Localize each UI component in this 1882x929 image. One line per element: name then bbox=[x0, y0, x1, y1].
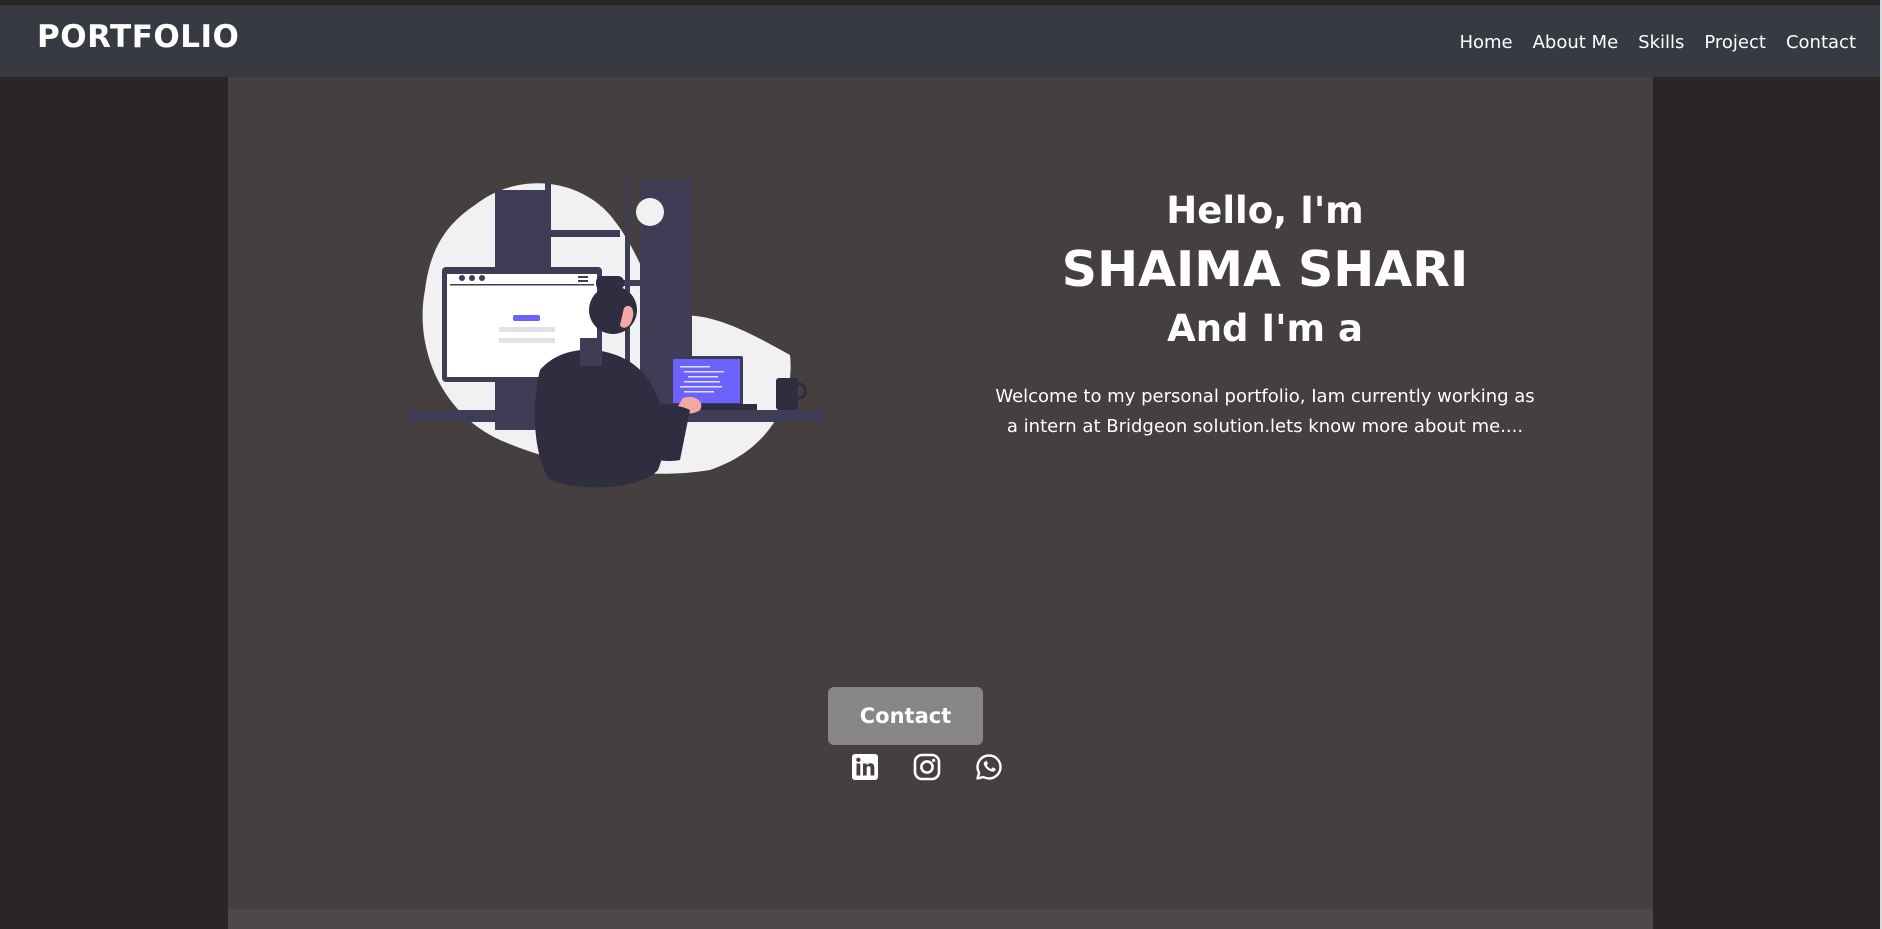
nav-skills-link[interactable]: Skills bbox=[1638, 32, 1684, 53]
nav-links: Home About Me Skills Project Contact bbox=[1439, 32, 1856, 53]
brand-logo[interactable]: PORTFOLIO bbox=[37, 19, 239, 55]
nav-project-link[interactable]: Project bbox=[1704, 32, 1766, 53]
social-links bbox=[851, 753, 1003, 781]
hero-role: And I'm a bbox=[1167, 307, 1363, 350]
nav-home-link[interactable]: Home bbox=[1459, 32, 1512, 53]
hero-greeting: Hello, I'm bbox=[1166, 189, 1364, 232]
whatsapp-icon[interactable] bbox=[975, 753, 1003, 781]
hero-name: SHAIMA SHARI bbox=[1061, 241, 1469, 298]
linkedin-icon[interactable] bbox=[851, 753, 879, 781]
developer-illustration bbox=[405, 178, 825, 488]
hero-text: Hello, I'm SHAIMA SHARI And I'm a Welcom… bbox=[960, 185, 1570, 442]
hero-welcome: Welcome to my personal portfolio, Iam cu… bbox=[995, 386, 1535, 437]
contact-button[interactable]: Contact bbox=[828, 687, 983, 745]
nav-contact-link[interactable]: Contact bbox=[1786, 32, 1856, 53]
nav-about-link[interactable]: About Me bbox=[1533, 32, 1619, 53]
instagram-icon[interactable] bbox=[913, 753, 941, 781]
section-divider bbox=[228, 909, 1653, 929]
navbar: PORTFOLIO Home About Me Skills Project C… bbox=[0, 4, 1882, 77]
